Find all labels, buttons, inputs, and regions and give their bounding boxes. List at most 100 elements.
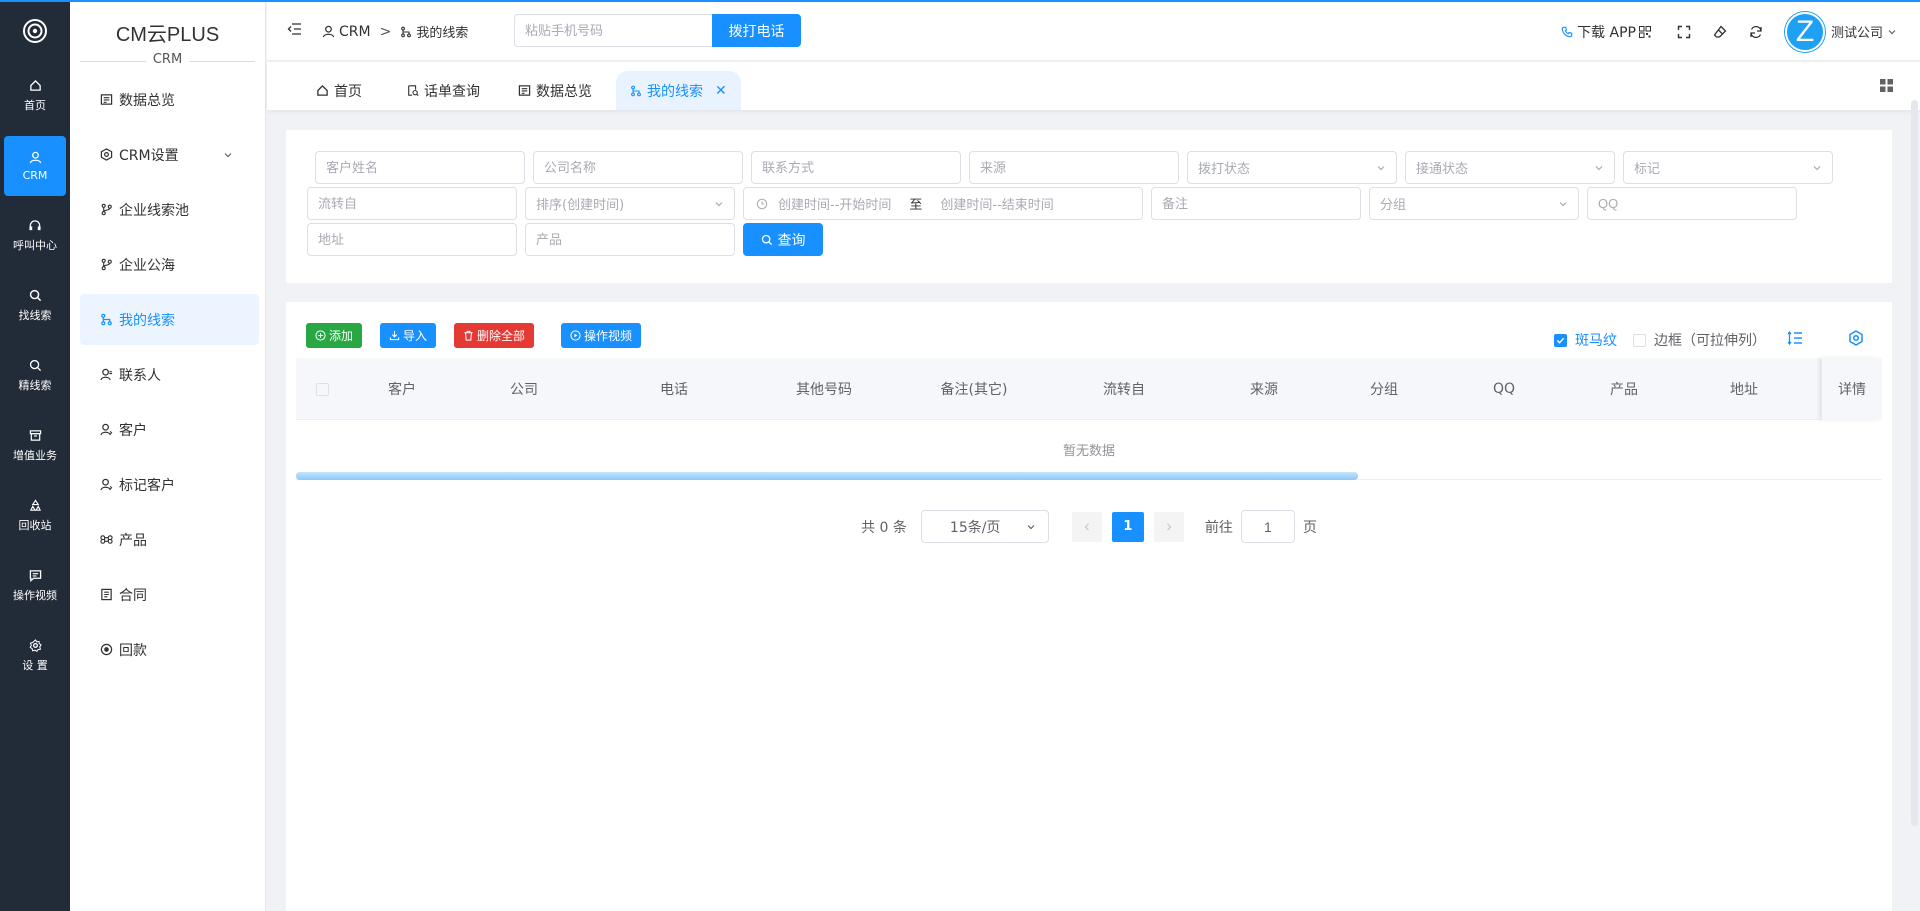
table-header: 客户 公司 电话 其他号码 备注(其它) 流转自 来源 分组 QQ 产品 地址 … [296, 358, 1882, 420]
chevron-down-icon [1595, 165, 1603, 170]
plus-circle-icon [315, 330, 326, 341]
grid-icon [1880, 79, 1893, 92]
rail-item-videos[interactable]: 操作视频 [4, 556, 66, 616]
horizontal-scrollbar[interactable] [296, 472, 1358, 480]
rail-item-value-added[interactable]: 增值业务 [4, 416, 66, 476]
breadcrumb-root[interactable]: CRM [339, 24, 371, 40]
rail-item-fine-leads[interactable]: 精线索 [4, 346, 66, 406]
rail-item-crm[interactable]: CRM [4, 136, 66, 196]
refresh-button[interactable] [1749, 25, 1763, 39]
sidebar-item-customers[interactable]: 客户 [80, 404, 259, 455]
zebra-checkbox[interactable] [1554, 333, 1567, 347]
tab-call-records[interactable]: 话单查询 [393, 71, 494, 110]
flow-icon [631, 85, 641, 96]
source-input[interactable] [969, 151, 1179, 184]
add-button[interactable]: 添加 [306, 323, 363, 348]
tab-label: 数据总览 [536, 83, 592, 100]
remark-input[interactable] [1151, 187, 1361, 220]
column-header[interactable]: 其他号码 [774, 358, 874, 420]
page-size-select[interactable]: 15条/页 [920, 510, 1049, 543]
connect-status-select[interactable]: 接通状态 [1405, 151, 1615, 184]
sidebar-item-lead-pool[interactable]: 企业线索池 [80, 184, 259, 235]
logo-icon [23, 19, 47, 43]
clear-cache-button[interactable] [1713, 25, 1727, 39]
rail-item-settings[interactable]: 设 置 [4, 626, 66, 686]
scrollbar-thumb[interactable] [296, 472, 1358, 480]
prev-page-button[interactable] [1071, 511, 1102, 542]
column-settings-button[interactable] [1787, 330, 1803, 349]
select-placeholder: 标记 [1634, 162, 1661, 177]
tab-my-leads[interactable]: 我的线索 ✕ [616, 71, 741, 110]
column-header[interactable]: 备注(其它) [914, 358, 1034, 420]
column-header[interactable]: 公司 [474, 358, 574, 420]
column-header[interactable]: 产品 [1574, 358, 1674, 420]
column-header[interactable]: 分组 [1334, 358, 1434, 420]
goto-label: 前往 [1204, 519, 1233, 536]
tutorial-video-button[interactable]: 操作视频 [561, 323, 642, 348]
select-all-checkbox-cell[interactable] [316, 358, 329, 420]
group-select[interactable]: 分组 [1369, 187, 1579, 220]
page-number-current[interactable]: 1 [1111, 511, 1144, 542]
sort-select[interactable]: 排序(创建时间) [525, 187, 735, 220]
column-header[interactable]: 客户 [352, 358, 452, 420]
qq-input[interactable] [1587, 187, 1797, 220]
company-name-input[interactable] [533, 151, 743, 184]
column-header[interactable]: 地址 [1694, 358, 1794, 420]
select-placeholder: 拨打状态 [1198, 162, 1251, 177]
sidebar-item-my-leads[interactable]: 我的线索 [80, 294, 259, 345]
border-label[interactable]: 边框（可拉伸列） [1654, 330, 1766, 350]
column-header[interactable]: 来源 [1214, 358, 1314, 420]
tab-data-overview[interactable]: 数据总览 [504, 71, 606, 110]
close-tab-icon[interactable]: ✕ [715, 83, 727, 99]
company-dropdown[interactable]: 测试公司 [1831, 22, 1897, 41]
delete-all-button-label: 删除全部 [477, 329, 526, 343]
tab-home[interactable]: 首页 [302, 71, 376, 110]
rail-item-recycle-bin[interactable]: 回收站 [4, 486, 66, 546]
select-all-checkbox[interactable] [316, 382, 329, 396]
dial-status-select[interactable]: 拨打状态 [1187, 151, 1397, 184]
fullscreen-button[interactable] [1677, 25, 1691, 39]
check-icon [1556, 337, 1565, 344]
column-header[interactable]: QQ [1454, 358, 1554, 420]
page-vertical-scrollbar[interactable] [1911, 100, 1918, 826]
sidebar-item-contracts[interactable]: 合同 [80, 569, 259, 620]
rail-item-home[interactable]: 首页 [4, 66, 66, 126]
sidebar-item-public-sea[interactable]: 企业公海 [80, 239, 259, 290]
table-settings-button[interactable] [1848, 330, 1864, 350]
border-checkbox[interactable] [1633, 333, 1646, 347]
rail-item-call-center[interactable]: 呼叫中心 [4, 206, 66, 266]
column-header-details[interactable]: 详情 [1822, 358, 1882, 420]
column-header[interactable]: 流转自 [1074, 358, 1174, 420]
contact-input[interactable] [751, 151, 961, 184]
collapse-menu-button[interactable] [287, 22, 302, 40]
home-icon [29, 79, 41, 91]
download-app-link[interactable]: 下载 APP [1561, 22, 1655, 42]
zebra-label[interactable]: 斑马纹 [1575, 330, 1617, 350]
next-page-button[interactable] [1153, 511, 1184, 542]
sidebar-item-data-overview[interactable]: 数据总览 [80, 74, 259, 125]
search-icon [761, 234, 772, 245]
sidebar-item-marked-customers[interactable]: 标记客户 [80, 459, 259, 510]
phone-number-input[interactable] [514, 14, 712, 47]
rail-item-find-leads[interactable]: 找线索 [4, 276, 66, 336]
goto-page-input[interactable] [1240, 510, 1295, 543]
flow-from-input[interactable] [307, 187, 517, 220]
import-button[interactable]: 导入 [380, 323, 437, 348]
product-input[interactable] [525, 223, 735, 256]
column-header[interactable]: 电话 [624, 358, 724, 420]
address-input[interactable] [307, 223, 517, 256]
query-button[interactable]: 查询 [743, 223, 823, 256]
sidebar-item-crm-settings[interactable]: CRM设置 [80, 129, 259, 180]
sidebar-item-products[interactable]: 产品 [80, 514, 259, 565]
delete-all-button[interactable]: 删除全部 [454, 323, 535, 348]
dial-button[interactable]: 拨打电话 [712, 14, 801, 47]
chevron-down-icon [1559, 201, 1567, 206]
customer-name-input[interactable] [315, 151, 525, 184]
tabs-menu-button[interactable] [1879, 78, 1894, 97]
date-range-picker[interactable]: 创建时间--开始时间 至 创建时间--结束时间 [743, 187, 1143, 220]
mark-select[interactable]: 标记 [1623, 151, 1833, 184]
dashboard-icon [518, 85, 531, 96]
avatar[interactable]: Z [1784, 11, 1825, 52]
sidebar-item-payments[interactable]: 回款 [80, 624, 259, 675]
sidebar-item-contacts[interactable]: 联系人 [80, 349, 259, 400]
